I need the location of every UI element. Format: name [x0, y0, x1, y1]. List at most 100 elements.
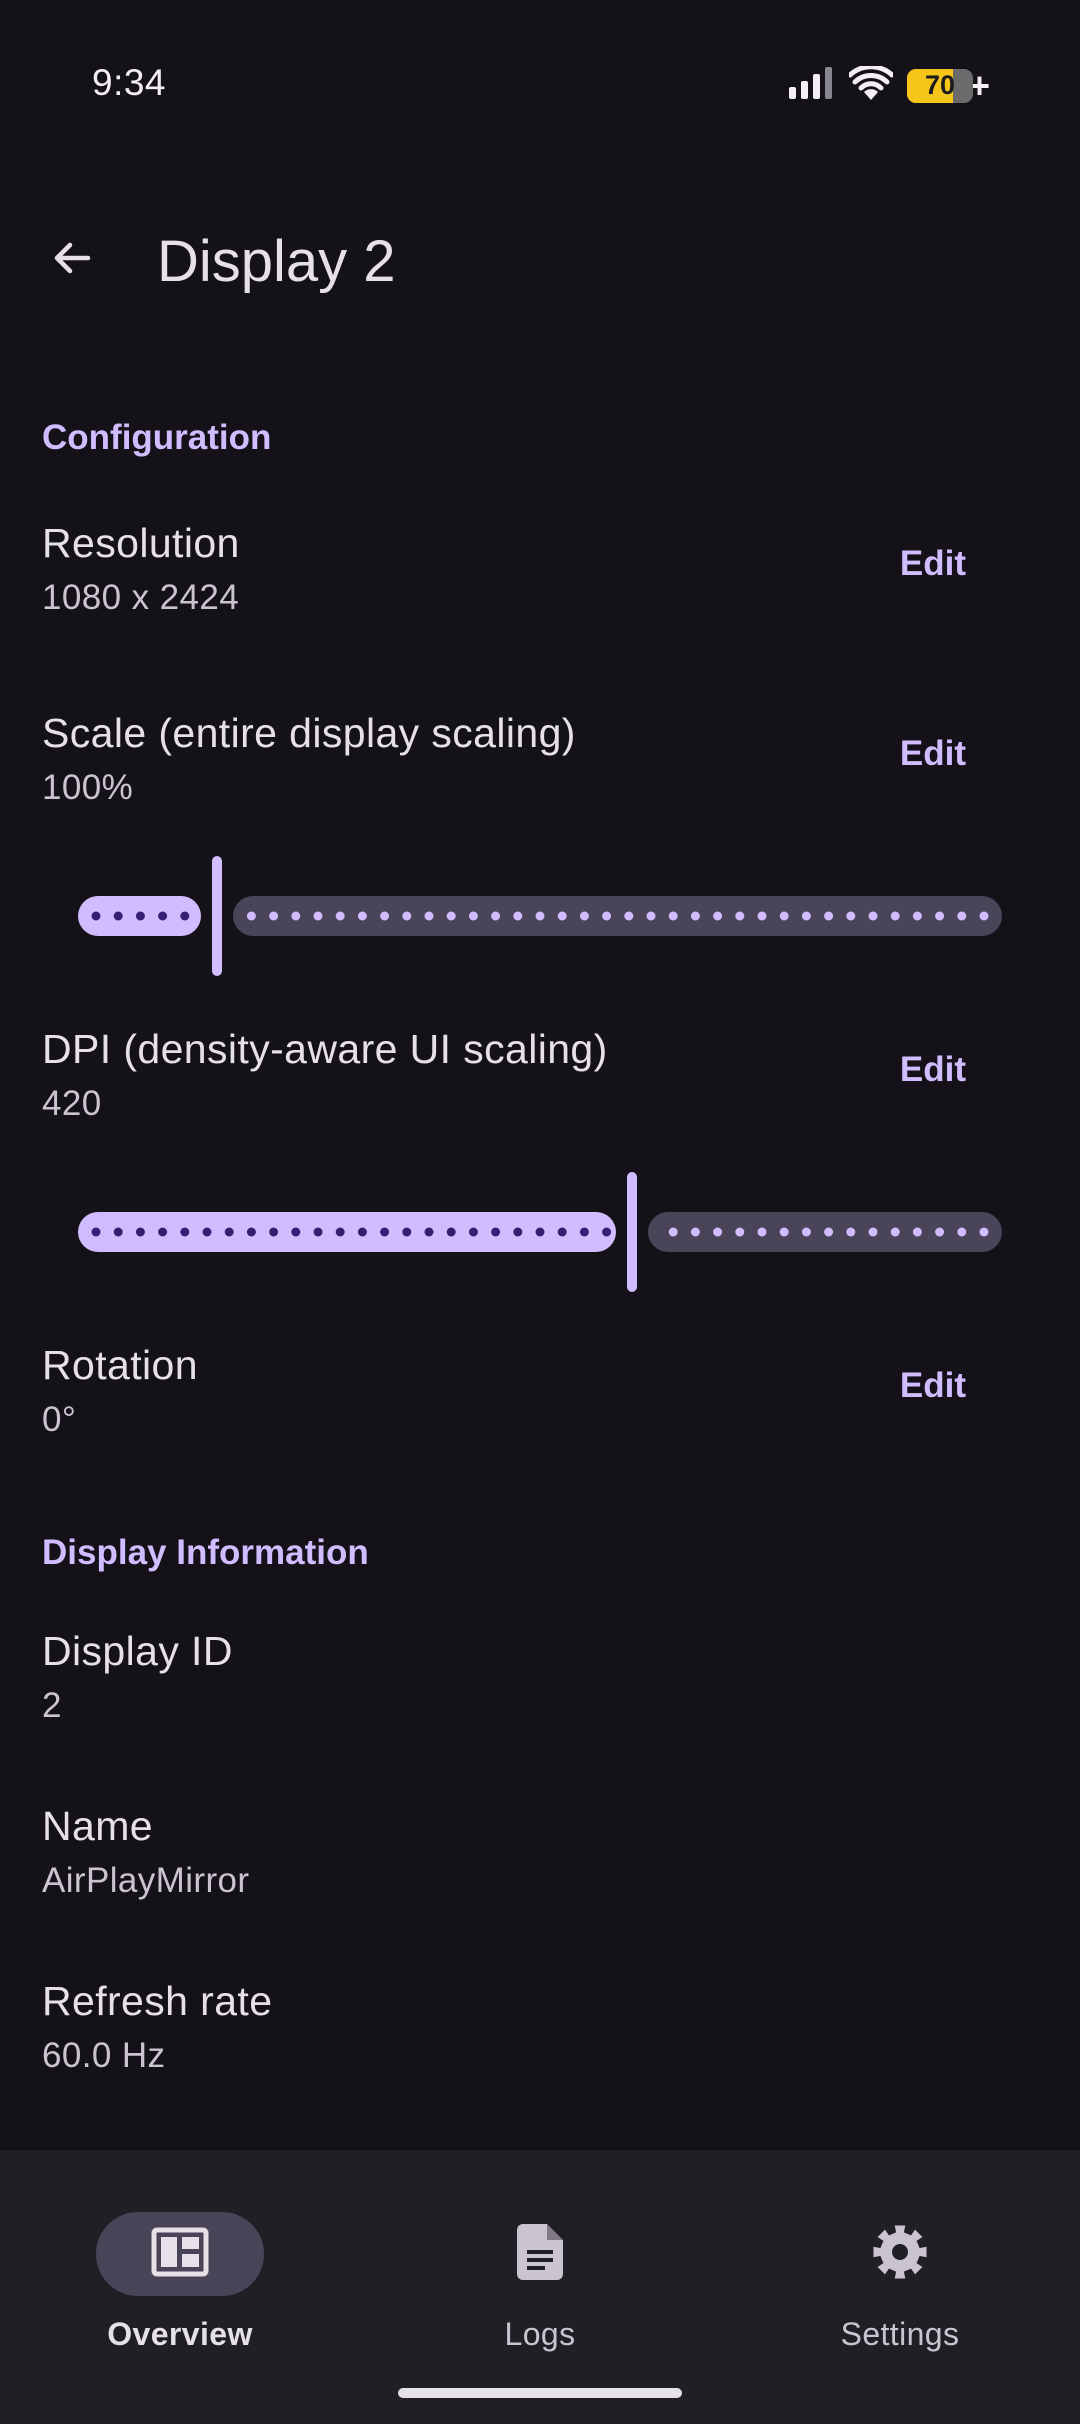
section-header-display-information: Display Information: [42, 1533, 369, 1572]
slider-tick: [291, 911, 301, 921]
slider-tick: [824, 1227, 834, 1237]
slider-tick: [602, 1227, 612, 1237]
resolution-edit-button[interactable]: Edit: [898, 538, 968, 590]
slider-tick: [113, 911, 123, 921]
status-bar: 9:34 70 +: [0, 0, 1080, 150]
scale-edit-button[interactable]: Edit: [898, 728, 968, 780]
slider-tick: [91, 1227, 101, 1237]
nav-active-indicator: [96, 2212, 264, 2296]
dpi-title: DPI (density-aware UI scaling): [42, 1026, 608, 1072]
name-title: Name: [42, 1803, 153, 1849]
slider-tick: [491, 1227, 501, 1237]
slider-tick: [779, 1227, 789, 1237]
battery-icon: 70: [906, 68, 973, 103]
slider-tick: [202, 1227, 212, 1237]
slider-tick: [801, 911, 811, 921]
slider-tick: [824, 911, 834, 921]
nav-item-logs[interactable]: Logs: [360, 2180, 720, 2360]
slider-tick: [402, 1227, 412, 1237]
slider-tick: [757, 1227, 767, 1237]
slider-tick: [979, 911, 989, 921]
back-button[interactable]: [36, 224, 108, 296]
home-indicator[interactable]: [398, 2388, 682, 2398]
slider-tick: [579, 911, 589, 921]
slider-tick: [468, 1227, 478, 1237]
slider-tick: [246, 1227, 256, 1237]
slider-tick: [446, 911, 456, 921]
slider-tick: [646, 911, 656, 921]
slider-tick: [291, 1227, 301, 1237]
slider-thumb[interactable]: [627, 1172, 637, 1292]
slider-tick: [468, 911, 478, 921]
nav-label-settings: Settings: [840, 2316, 960, 2352]
slider-tick: [113, 1227, 123, 1237]
slider-tick: [357, 1227, 367, 1237]
slider-tick: [135, 1227, 145, 1237]
nav-item-overview[interactable]: Overview: [0, 2180, 360, 2360]
slider-tick: [535, 1227, 545, 1237]
slider-tick: [690, 1227, 700, 1237]
slider-tick: [313, 911, 323, 921]
name-value: AirPlayMirror: [42, 1861, 250, 1900]
slider-tick: [535, 911, 545, 921]
slider-tick: [446, 1227, 456, 1237]
status-time: 9:34: [92, 62, 167, 103]
nav-icon-container: [816, 2212, 984, 2296]
slider-tick: [557, 1227, 567, 1237]
display-id-title: Display ID: [42, 1628, 233, 1674]
slider-tick: [779, 911, 789, 921]
slider-tick: [868, 911, 878, 921]
slider-tick: [91, 911, 101, 921]
slider-tick: [979, 1227, 989, 1237]
slider-thumb[interactable]: [212, 856, 222, 976]
slider-tick: [158, 1227, 168, 1237]
slider-tick: [846, 1227, 856, 1237]
slider-tick: [135, 911, 145, 921]
status-icons: 70 +: [787, 64, 990, 105]
dpi-slider[interactable]: [78, 1172, 1002, 1292]
battery-indicator: 70 +: [906, 67, 990, 104]
nav-icon-container: [456, 2212, 624, 2296]
resolution-value: 1080 x 2424: [42, 578, 240, 617]
slider-tick: [269, 911, 279, 921]
wifi-icon: [847, 64, 895, 105]
slider-inactive-track: [233, 896, 1002, 936]
slider-tick: [890, 1227, 900, 1237]
dpi-edit-button[interactable]: Edit: [898, 1044, 968, 1096]
slider-tick: [513, 1227, 523, 1237]
section-header-configuration: Configuration: [42, 418, 272, 457]
slider-tick: [180, 1227, 190, 1237]
slider-tick: [890, 911, 900, 921]
rotation-title: Rotation: [42, 1342, 198, 1388]
slider-tick: [957, 911, 967, 921]
slider-tick: [735, 911, 745, 921]
nav-label-overview: Overview: [107, 2316, 253, 2352]
slider-tick: [713, 911, 723, 921]
rotation-edit-button[interactable]: Edit: [898, 1360, 968, 1412]
scale-slider[interactable]: [78, 856, 1002, 976]
nav-item-settings[interactable]: Settings: [720, 2180, 1080, 2360]
slider-tick: [357, 911, 367, 921]
slider-tick: [579, 1227, 589, 1237]
slider-tick: [335, 911, 345, 921]
cellular-signal-icon: [787, 67, 835, 104]
slider-tick: [224, 1227, 234, 1237]
slider-tick: [380, 911, 390, 921]
document-icon: [517, 2223, 563, 2285]
slider-tick: [158, 911, 168, 921]
slider-tick: [424, 1227, 434, 1237]
slider-tick: [668, 1227, 678, 1237]
slider-tick: [713, 1227, 723, 1237]
slider-tick: [757, 911, 767, 921]
top-app-bar: Display 2: [0, 200, 1080, 320]
slider-tick: [246, 911, 256, 921]
slider-tick: [801, 1227, 811, 1237]
slider-tick: [269, 1227, 279, 1237]
slider-tick: [957, 1227, 967, 1237]
refresh-rate-value: 60.0 Hz: [42, 2036, 166, 2075]
slider-tick: [602, 911, 612, 921]
slider-tick: [868, 1227, 878, 1237]
slider-tick: [935, 911, 945, 921]
slider-tick: [690, 911, 700, 921]
slider-tick: [380, 1227, 390, 1237]
